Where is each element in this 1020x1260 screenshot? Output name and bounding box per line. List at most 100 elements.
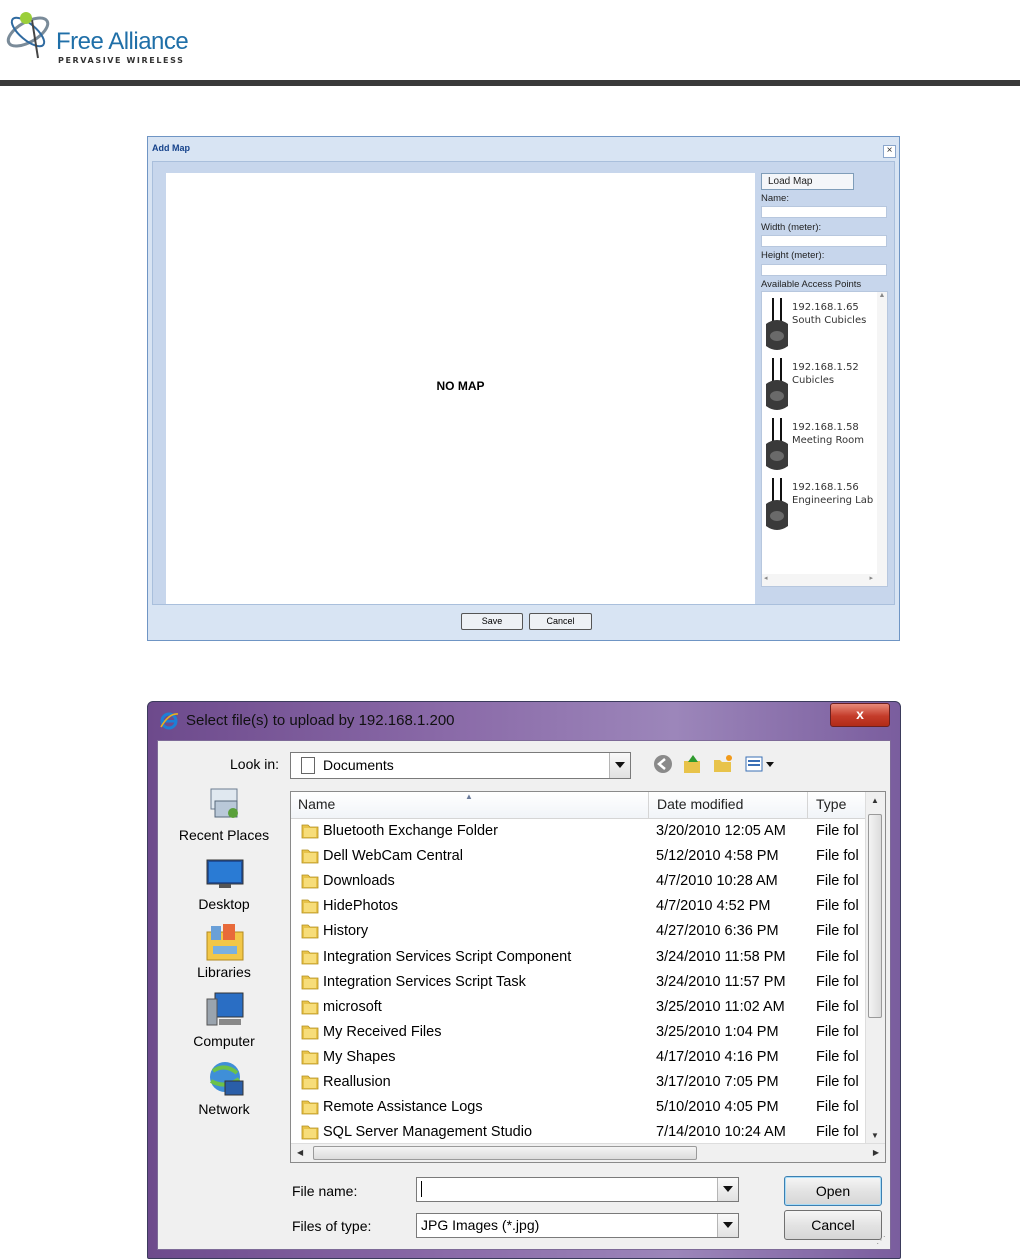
file-type: File fol (816, 848, 859, 865)
access-point-item[interactable]: 192.168.1.56 Engineering Lab (764, 478, 884, 534)
folder-icon (301, 874, 319, 889)
height-input[interactable] (761, 264, 887, 276)
dialog-titlebar[interactable]: Select file(s) to upload by 192.168.1.20… (148, 702, 900, 740)
file-row[interactable]: microsoft 3/25/2010 11:02 AM File fol (291, 996, 867, 1021)
place-computer[interactable]: Computer (165, 991, 283, 1057)
file-row[interactable]: HidePhotos 4/7/2010 4:52 PM File fol (291, 895, 867, 920)
vertical-scrollbar[interactable]: ▲ ▼ (865, 792, 885, 1144)
access-point-item[interactable]: 192.168.1.65 South Cubicles (764, 298, 884, 354)
place-label: Desktop (198, 895, 250, 912)
desktop-icon (206, 859, 244, 888)
access-point-icon (766, 358, 788, 410)
file-type: File fol (816, 1048, 859, 1065)
open-button[interactable]: Open (784, 1176, 882, 1206)
add-map-title: Add Map (152, 143, 190, 153)
horizontal-scrollbar[interactable]: ◂ ▸ (762, 574, 887, 586)
places-bar: Recent Places Desktop Libraries Computer Net… (165, 785, 283, 1135)
place-desktop[interactable]: Desktop (165, 854, 283, 920)
sort-ascending-icon: ▲ (465, 792, 473, 801)
name-input[interactable] (761, 206, 887, 218)
file-type: File fol (816, 1074, 859, 1090)
folder-icon (301, 1125, 319, 1140)
load-map-button[interactable]: Load Map (761, 173, 854, 190)
place-network[interactable]: Network (165, 1059, 283, 1125)
network-icon (210, 1062, 244, 1096)
place-libraries[interactable]: Libraries (165, 922, 283, 988)
column-date-modified[interactable]: Date modified (657, 796, 743, 812)
scroll-up-icon[interactable]: ▲ (871, 796, 879, 805)
column-name[interactable]: Name (298, 796, 335, 812)
place-recent-places[interactable]: Recent Places (165, 785, 283, 851)
vertical-scrollbar[interactable]: ▲ (877, 292, 887, 574)
chevron-down-icon[interactable] (717, 1214, 738, 1237)
width-input[interactable] (761, 235, 887, 247)
file-date-modified: 4/27/2010 6:36 PM (656, 923, 779, 940)
brand-tagline: PERVASIVE WIRELESS (58, 56, 185, 65)
column-divider[interactable] (648, 792, 649, 818)
column-type[interactable]: Type (816, 796, 846, 812)
access-point-item[interactable]: 192.168.1.52 Cubicles (764, 358, 884, 414)
file-row[interactable]: Integration Services Script Component 3/2… (291, 946, 867, 971)
cancel-button[interactable]: Cancel (784, 1210, 882, 1240)
folder-icon (301, 975, 319, 989)
scroll-down-icon[interactable]: ▼ (871, 1131, 879, 1140)
look-in-dropdown[interactable]: Documents (290, 752, 631, 779)
scrollbar-thumb[interactable] (868, 814, 882, 1018)
file-row[interactable]: Integration Services Script Task 3/24/201… (291, 971, 867, 996)
scroll-left-icon[interactable]: ◀ (297, 1148, 303, 1157)
width-label: Width (meter): (761, 222, 822, 233)
access-point-ip: 192.168.1.56 (792, 482, 859, 493)
access-point-location: Cubicles (792, 375, 835, 386)
close-button[interactable]: x (830, 703, 890, 727)
access-point-ip: 192.168.1.58 (792, 422, 859, 433)
access-points-label: Available Access Points (761, 279, 862, 290)
access-point-item[interactable]: 192.168.1.58 Meeting Room (764, 418, 884, 474)
file-row[interactable]: History 4/27/2010 6:36 PM File fol (291, 920, 867, 945)
file-date-modified: 4/7/2010 4:52 PM (656, 898, 771, 915)
file-name: Bluetooth Exchange Folder (323, 823, 498, 839)
new-folder-icon[interactable] (712, 753, 734, 775)
scrollbar-thumb[interactable] (313, 1146, 697, 1160)
cancel-button[interactable]: Cancel (529, 613, 592, 630)
folder-icon (301, 1025, 319, 1040)
file-date-modified: 5/12/2010 4:58 PM (656, 848, 779, 865)
libraries-icon (206, 924, 244, 961)
scroll-right-icon[interactable]: ▶ (873, 1148, 879, 1157)
file-row[interactable]: Dell WebCam Central 5/12/2010 4:58 PM File… (291, 845, 867, 870)
file-type: File fol (816, 1099, 859, 1116)
folder-icon (301, 849, 319, 864)
file-row[interactable]: Remote Assistance Logs 5/10/2010 4:05 PM F… (291, 1096, 867, 1121)
file-row[interactable]: Bluetooth Exchange Folder 3/20/2010 12:05… (291, 820, 867, 845)
file-name-label: File name: (292, 1183, 358, 1199)
column-divider[interactable] (807, 792, 808, 818)
chevron-down-icon[interactable] (717, 1178, 738, 1201)
view-menu-icon[interactable] (744, 753, 778, 775)
file-row[interactable]: My Received Files 3/25/2010 1:04 PM File f… (291, 1021, 867, 1046)
file-name-input[interactable] (416, 1177, 739, 1202)
back-icon[interactable] (652, 753, 674, 775)
file-row[interactable]: Downloads 4/7/2010 10:28 AM File fol (291, 870, 867, 895)
height-label: Height (meter): (761, 250, 825, 261)
place-label: Recent Places (178, 827, 270, 843)
file-date-modified: 3/20/2010 12:05 AM (656, 823, 786, 839)
file-row[interactable]: Reallusion 3/17/2010 7:05 PM File fol (291, 1071, 867, 1096)
resize-grip-icon[interactable]: ⋰ (876, 1235, 886, 1246)
file-name: Integration Services Script Task (323, 973, 526, 990)
access-point-icon (766, 298, 788, 350)
look-in-label: Look in: (230, 756, 280, 772)
dialog-title: Select file(s) to upload by 192.168.1.20… (186, 712, 455, 729)
file-date-modified: 3/25/2010 11:02 AM (656, 998, 785, 1015)
file-date-modified: 4/7/2010 10:28 AM (656, 873, 778, 890)
file-row[interactable]: My Shapes 4/17/2010 4:16 PM File fol (291, 1046, 867, 1071)
logo-swirl-icon (6, 12, 50, 59)
horizontal-scrollbar[interactable]: ◀ ▶ (291, 1143, 885, 1162)
file-date-modified: 3/24/2010 11:57 PM (656, 973, 786, 990)
up-folder-icon[interactable] (682, 753, 704, 775)
close-icon[interactable]: × (883, 145, 896, 158)
map-canvas[interactable]: NO MAP (166, 173, 755, 604)
file-type-select[interactable]: JPG Images (*.jpg) (416, 1213, 739, 1238)
chevron-down-icon[interactable] (609, 753, 630, 778)
save-button[interactable]: Save (461, 613, 523, 630)
access-point-icon (766, 478, 788, 530)
folder-icon (301, 1050, 319, 1065)
